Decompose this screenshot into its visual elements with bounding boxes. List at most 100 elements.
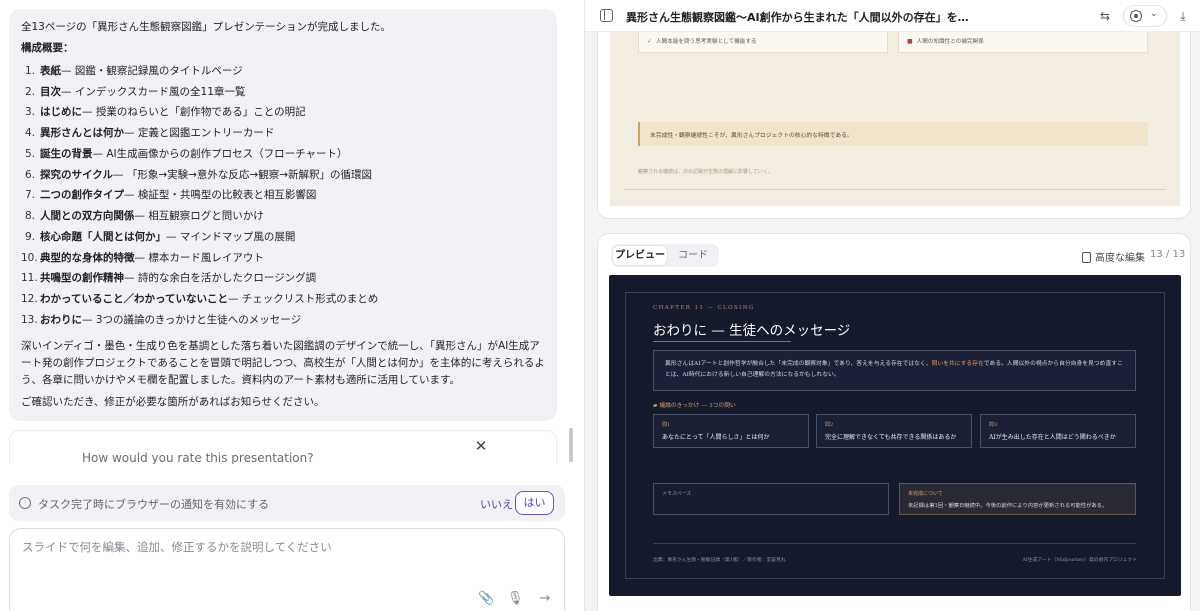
item-title: 典型的な身体的特徴 (40, 251, 135, 264)
no-button[interactable]: いいえ (480, 496, 513, 512)
preview-header: 異形さん生態観察図鑑〜AI創作から生まれた「人間以外の存在」を通じて「... ⇆… (585, 0, 1200, 32)
questions-heading-text: 議論のきっかけ — 3つの問い (659, 403, 736, 409)
item-desc: — 3つの議論のきっかけと生徒へのメッセージ (82, 313, 302, 326)
download-icon[interactable]: ⤓ (1173, 6, 1193, 26)
list-item: 7. 二つの創作タイプ — 検証型・共鳴型の比較表と相互影響図 (21, 186, 545, 207)
yes-button[interactable]: はい (515, 491, 554, 515)
view-tabs: プレビュー コード (611, 244, 719, 267)
advanced-edit-button[interactable]: 高度な編集 (1082, 249, 1145, 264)
view-options-button[interactable]: ⌄ (1123, 5, 1167, 27)
list-item: 8. 人間との双方向関係 — 相互観察ログと問いかけ (21, 206, 545, 227)
slide-footnote: 観察される継続は、次の記録が生態の理解に影響していく。 (638, 169, 773, 175)
send-icon[interactable]: → (537, 591, 553, 607)
outline-list: 1. 表紙 — 図鑑・観察記録風のタイトルページ 2. 目次 — インデックスカード… (21, 61, 545, 331)
item-desc: — マインドマップ風の展開 (166, 230, 296, 243)
message-composer: 📎 🎙 → (9, 528, 565, 611)
list-item: 12. わかっていること／わかっていないこと — チェックリスト形式のまとめ (21, 289, 545, 310)
slide-card-previous: ✓ 人間本能を問う思考実験として機能する ■ 人間の知識性との補完関係 未完成性・観… (597, 32, 1191, 219)
presentation-title: 異形さん生態観察図鑑〜AI創作から生まれた「人間以外の存在」を通じて「... (626, 11, 976, 24)
notification-label: タスク完了時にブラウザーの通知を有効にする (38, 498, 270, 511)
slide-card-current: プレビュー コード 高度な編集 13 / 13 CHAPTER 11 — CLO… (597, 233, 1191, 611)
square-icon: ■ (907, 38, 913, 45)
item-title: 異形さんとは何か (40, 127, 124, 140)
panel-toggle-icon[interactable] (600, 9, 613, 22)
item-desc: — 図鑑・観察記録風のタイトルページ (61, 64, 243, 77)
check-text: 人間本能を問う思考実験として機能する (656, 39, 757, 45)
chat-pane: 全13ページの「異形さん生態観察図鑑」プレゼンテーションが完成しました。 構成概… (0, 0, 580, 611)
item-title: 二つの創作タイプ (40, 189, 124, 202)
rating-prompt: How would you rate this presentation? ✕ (9, 430, 557, 464)
notification-prompt: タスク完了時にブラウザーの通知を有効にする いいえ はい (9, 485, 565, 521)
list-item: 11. 共鳴型の創作精神 — 詩的な余白を活かしたクロージング調 (21, 269, 545, 290)
list-item: 13. おわりに — 3つの議論のきっかけと生徒へのメッセージ (21, 310, 545, 331)
item-title: 誕生の背景 (40, 147, 93, 160)
question-key: 問3 (989, 422, 998, 428)
item-number: 6. (24, 168, 35, 181)
list-item: 2. 目次 — インデックスカード風の全11章一覧 (21, 82, 545, 103)
question-key: 問2 (825, 422, 834, 428)
item-title: おわりに (40, 313, 82, 326)
share-icon[interactable]: ⇆ (1095, 6, 1115, 26)
questions-heading: ▰ 議論のきっかけ — 3つの問い (653, 400, 736, 409)
slide-footer-left: 出典：異形さん生態・観察記録（第1版）／製作者：変容見丸 (653, 558, 786, 563)
slide-note: 未完成性・観察継続性こそが、異形さんプロジェクトの核心的な特徴である。 (638, 122, 1148, 146)
item-title: はじめに (40, 106, 82, 119)
tab-code[interactable]: コード (669, 246, 717, 265)
play-icon (1130, 10, 1142, 22)
list-item: 6. 探究のサイクル — 「形象→実験→意外な反応→観察→新解釈」の循環図 (21, 165, 545, 186)
unfinished-heading: 未完成について (908, 491, 943, 497)
list-item: 9. 核心命題「人間とは何か」 — マインドマップ風の展開 (21, 227, 545, 248)
close-icon[interactable]: ✕ (472, 437, 490, 455)
slide-preview-13: CHAPTER 11 — CLOSING おわりに — 生徒へのメッセージ 異形… (609, 275, 1181, 596)
lead-box: 異形さんはAIアートと創作哲学が融合した「未完成の観察対象」であり、答えを与える… (653, 350, 1136, 391)
page-counter: 13 / 13 (1150, 249, 1186, 260)
item-title: 共鳴型の創作精神 (40, 272, 124, 285)
message-summary: 深いインディゴ・墨色・生成り色を基調とした落ち着いた図鑑調のデザインで統一し、「… (21, 339, 545, 386)
message-closing: ご確認いただき、修正が必要な箇所があればお知らせください。 (21, 395, 325, 408)
slide-rule (624, 189, 1166, 190)
item-desc: — 詩的な余白を活かしたクロージング調 (124, 272, 317, 285)
question-card: 問3 AIが生み出した存在と人間はどう関わるべきか (980, 414, 1136, 448)
list-item: 10. 典型的な身体的特徴 — 標本カード風レイアウト (21, 248, 545, 269)
list-item: 5. 誕生の背景 — AI生成画像からの創作プロセス（フローチャート） (21, 144, 545, 165)
item-title: わかっていること／わかっていないこと (40, 293, 228, 306)
item-desc: — インデックスカード風の全11章一覧 (61, 85, 246, 98)
item-number: 3. (24, 106, 35, 119)
paperclip-icon[interactable]: 📎 (478, 591, 494, 607)
chapter-label: CHAPTER 11 — CLOSING (653, 305, 755, 311)
item-desc: — 定義と図鑑エントリーカード (124, 127, 275, 140)
memo-space: メモスペース (653, 483, 889, 515)
rating-question: How would you rate this presentation? (82, 451, 314, 464)
list-item: 1. 表紙 — 図鑑・観察記録風のタイトルページ (21, 61, 545, 82)
item-number: 7. (24, 189, 35, 202)
item-title: 核心命題「人間とは何か」 (40, 230, 166, 243)
item-desc: — AI生成画像からの創作プロセス（フローチャート） (92, 147, 348, 160)
tab-preview[interactable]: プレビュー (613, 246, 667, 265)
list-item: 3. はじめに — 授業のねらいと「創作物である」ことの明記 (21, 103, 545, 124)
item-number: 12. (21, 293, 38, 306)
question-text: あなたにとって「人間らしさ」とは何か (662, 434, 770, 441)
item-number: 13. (21, 313, 38, 326)
item-title: 目次 (40, 85, 61, 98)
question-key: 問1 (662, 422, 671, 428)
check-text: 人間の知識性との補完関係 (916, 39, 984, 45)
assistant-message: 全13ページの「異形さん生態観察図鑑」プレゼンテーションが完成しました。 構成概… (9, 9, 557, 421)
check-icon: ✓ (647, 38, 653, 45)
checklist-unknown: ■ 人間の知識性との補完関係 (898, 32, 1148, 53)
slide-preview-12: ✓ 人間本能を問う思考実験として機能する ■ 人間の知識性との補完関係 未完成性・観… (610, 32, 1180, 206)
item-desc: — 「形象→実験→意外な反応→観察→新解釈」の循環図 (112, 168, 373, 181)
app-root: 全13ページの「異形さん生態観察図鑑」プレゼンテーションが完成しました。 構成概… (0, 0, 1200, 611)
unfinished-note: 未完成について 未記録は第1回・観察日継続中。今後の創作により内容が更新される可能… (899, 483, 1136, 515)
bell-icon (19, 497, 31, 509)
item-number: 9. (24, 230, 35, 243)
item-number: 4. (24, 127, 35, 140)
lead-highlight: 問いを共にする存在 (931, 361, 984, 367)
microphone-icon[interactable]: 🎙 (507, 591, 524, 607)
item-number: 1. (24, 64, 35, 77)
title-underline (653, 341, 791, 342)
message-input[interactable] (22, 539, 542, 579)
item-number: 10. (21, 251, 38, 264)
footer-rule (653, 543, 1136, 544)
item-desc: — 授業のねらいと「創作物である」ことの明記 (82, 106, 306, 119)
chat-scrollbar[interactable] (569, 428, 573, 462)
